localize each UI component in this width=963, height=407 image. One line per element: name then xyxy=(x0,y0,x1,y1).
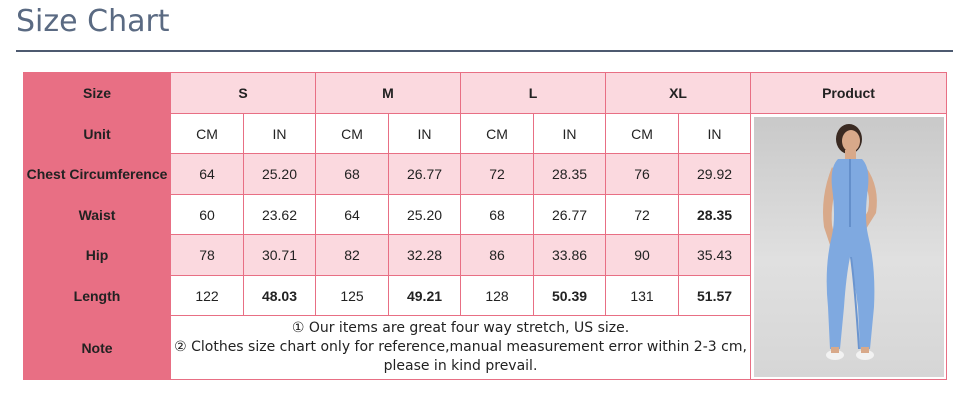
table-cell: 25.20 xyxy=(387,194,462,235)
table-cell: 125 xyxy=(315,275,389,316)
page-title: Size Chart xyxy=(16,4,170,39)
table-cell: 131 xyxy=(605,275,680,316)
product-photo-cell xyxy=(750,113,948,380)
size-s-header: S xyxy=(170,72,316,114)
title-divider xyxy=(16,50,953,52)
table-cell: 35.43 xyxy=(678,234,752,276)
unit-cell: IN xyxy=(533,113,607,154)
note-line: ② Clothes size chart only for reference,… xyxy=(174,339,747,374)
table-cell: 28.35 xyxy=(678,194,752,235)
table-cell: 26.77 xyxy=(533,194,607,235)
product-header-label: Product xyxy=(750,72,948,114)
table-cell: 76 xyxy=(605,153,680,195)
note-label: Note xyxy=(23,315,171,380)
size-l-header: L xyxy=(460,72,607,114)
row-label-waist: Waist xyxy=(23,194,171,235)
table-cell: 128 xyxy=(460,275,535,316)
table-cell: 64 xyxy=(315,194,389,235)
size-header-label: Size xyxy=(23,72,171,114)
unit-label: Unit xyxy=(23,113,171,154)
table-cell: 64 xyxy=(170,153,244,195)
product-photo xyxy=(753,116,944,377)
unit-cell: IN xyxy=(387,113,462,154)
table-cell: 29.92 xyxy=(678,153,752,195)
table-cell: 25.20 xyxy=(243,153,316,195)
table-cell: 50.39 xyxy=(533,275,607,316)
table-cell: 51.57 xyxy=(678,275,752,316)
table-cell: 32.28 xyxy=(387,234,462,276)
table-cell: 90 xyxy=(605,234,680,276)
table-cell: 28.35 xyxy=(533,153,607,195)
note-line: ① Our items are great four way stretch, … xyxy=(291,320,630,336)
row-label-hip: Hip xyxy=(23,234,171,276)
unit-cell: IN xyxy=(678,113,752,154)
table-cell: 30.71 xyxy=(243,234,316,276)
size-m-header: M xyxy=(314,72,462,114)
table-cell: 82 xyxy=(315,234,389,276)
unit-cell: CM xyxy=(460,113,535,154)
table-cell: 72 xyxy=(460,153,535,195)
table-cell: 60 xyxy=(170,194,244,235)
size-xl-header: XL xyxy=(605,72,752,114)
table-cell: 122 xyxy=(170,275,244,316)
size-chart-table: Size S M L XL Product Unit CM IN CM IN C… xyxy=(23,72,948,380)
table-cell: 68 xyxy=(460,194,535,235)
table-cell: 33.86 xyxy=(533,234,607,276)
table-cell: 26.77 xyxy=(387,153,462,195)
table-cell: 72 xyxy=(605,194,680,235)
size-header-row: Size S M L XL Product xyxy=(23,72,948,114)
row-label-length: Length xyxy=(23,275,171,316)
jumpsuit-model-illustration xyxy=(822,123,877,360)
unit-cell: CM xyxy=(170,113,244,154)
row-label-chest: Chest Circumference xyxy=(23,153,171,195)
table-cell: 78 xyxy=(170,234,244,276)
table-cell: 48.03 xyxy=(243,275,316,316)
unit-row: Unit CM IN CM IN CM IN CM IN xyxy=(23,113,948,380)
note-text: ① Our items are great four way stretch, … xyxy=(169,315,752,380)
table-cell: 86 xyxy=(460,234,535,276)
unit-cell: CM xyxy=(605,113,680,154)
table-cell: 49.21 xyxy=(387,275,462,316)
table-cell: 68 xyxy=(315,153,389,195)
table-cell: 23.62 xyxy=(243,194,316,235)
unit-cell: IN xyxy=(243,113,316,154)
unit-cell: CM xyxy=(315,113,389,154)
